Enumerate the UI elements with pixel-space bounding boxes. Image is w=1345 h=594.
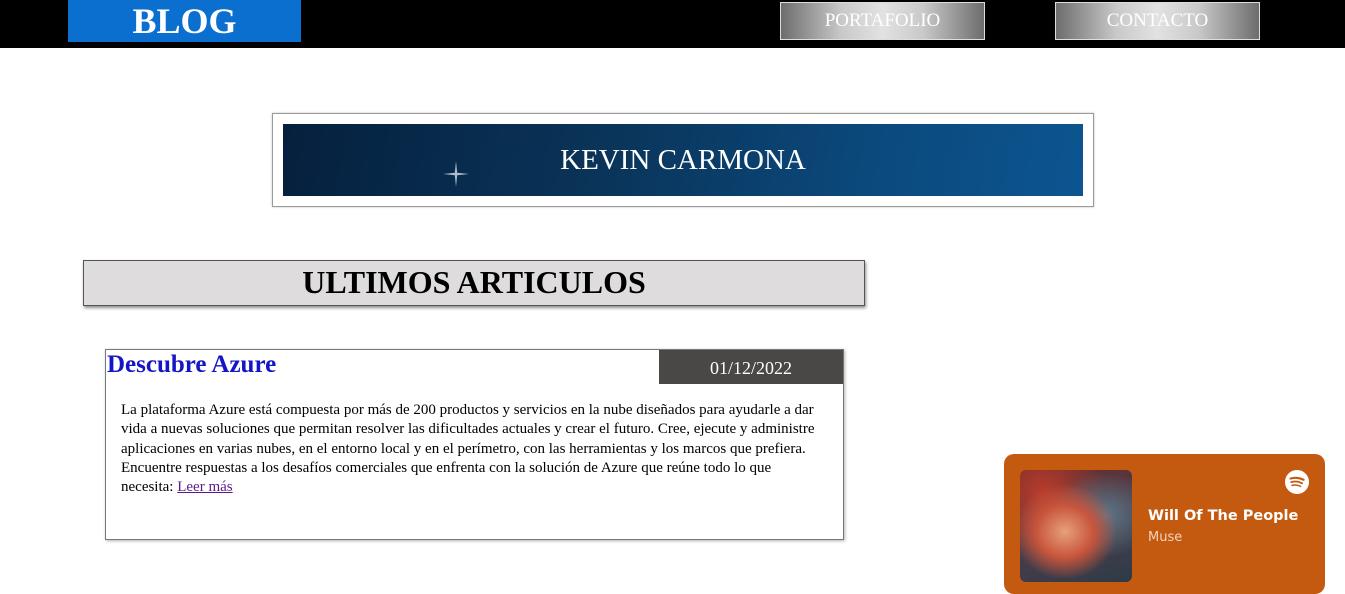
banner-frame: KEVIN CARMONA: [272, 113, 1094, 207]
album-cover[interactable]: [1020, 470, 1132, 582]
nav-button-contacto[interactable]: CONTACTO: [1055, 2, 1260, 40]
track-title[interactable]: Will Of The People: [1148, 508, 1298, 524]
banner: KEVIN CARMONA: [283, 124, 1083, 196]
article-title[interactable]: Descubre Azure: [107, 350, 276, 380]
banner-title: KEVIN CARMONA: [560, 144, 806, 176]
track-artist[interactable]: Muse: [1148, 530, 1182, 545]
article-paragraph-1: La plataforma Azure está compuesta por m…: [121, 402, 815, 457]
top-navbar: BLOG PORTAFOLIO CONTACTO: [0, 0, 1345, 48]
article-body: La plataforma Azure está compuesta por m…: [121, 401, 821, 497]
article-card: Descubre Azure 01/12/2022 La plataforma …: [105, 349, 844, 540]
sparkle-icon: [443, 161, 469, 187]
article-date: 01/12/2022: [659, 350, 843, 384]
read-more-link[interactable]: Leer más: [177, 479, 232, 495]
spotify-icon[interactable]: [1285, 470, 1309, 494]
section-heading: ULTIMOS ARTICULOS: [83, 260, 865, 306]
nav-button-portafolio[interactable]: PORTAFOLIO: [780, 2, 985, 40]
spotify-player[interactable]: Will Of The People Muse: [1004, 454, 1325, 594]
blog-logo[interactable]: BLOG: [68, 0, 301, 42]
